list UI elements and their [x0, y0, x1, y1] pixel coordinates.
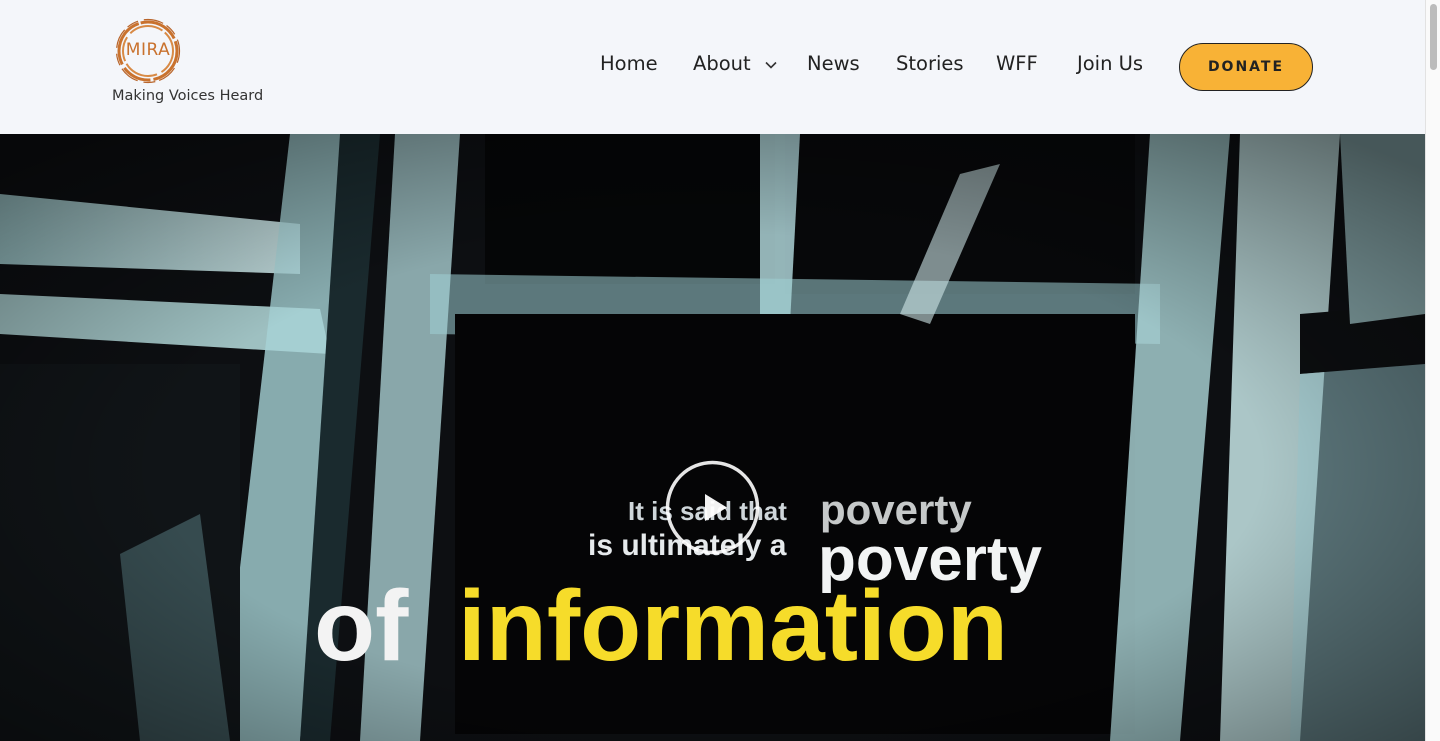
donate-button[interactable]: DONATE	[1179, 43, 1313, 91]
nav-wff[interactable]: WFF	[996, 52, 1038, 75]
scrollbar-thumb[interactable]	[1430, 4, 1437, 70]
nav-home-label: Home	[600, 52, 658, 75]
nav-join-us[interactable]: Join Us	[1077, 52, 1143, 75]
caption-line3-part1: of	[314, 570, 409, 682]
nav-news[interactable]: News	[807, 52, 860, 75]
nav-news-label: News	[807, 52, 860, 75]
nav-wff-label: WFF	[996, 52, 1038, 75]
brand-tagline: Making Voices Heard	[112, 88, 264, 104]
site-logo[interactable]: MIRA Making Voices Heard	[112, 18, 264, 113]
nav-stories[interactable]: Stories	[896, 52, 964, 75]
nav-join-us-label: Join Us	[1077, 52, 1144, 75]
logo-wordmark: MIRA	[125, 40, 171, 60]
nav-stories-label: Stories	[896, 52, 964, 75]
nav-about[interactable]: About	[693, 52, 777, 75]
hero-video[interactable]: It is said that poverty is ultimately a …	[0, 134, 1425, 741]
site-header: MIRA Making Voices Heard Home About News…	[0, 0, 1425, 134]
nav-about-label: About	[693, 52, 751, 75]
page-scrollbar[interactable]	[1425, 0, 1440, 741]
chevron-down-icon	[765, 61, 777, 69]
nav-home[interactable]: Home	[600, 52, 658, 75]
caption-line3-part2: information	[458, 570, 1008, 682]
play-circle-icon[interactable]	[665, 460, 760, 555]
